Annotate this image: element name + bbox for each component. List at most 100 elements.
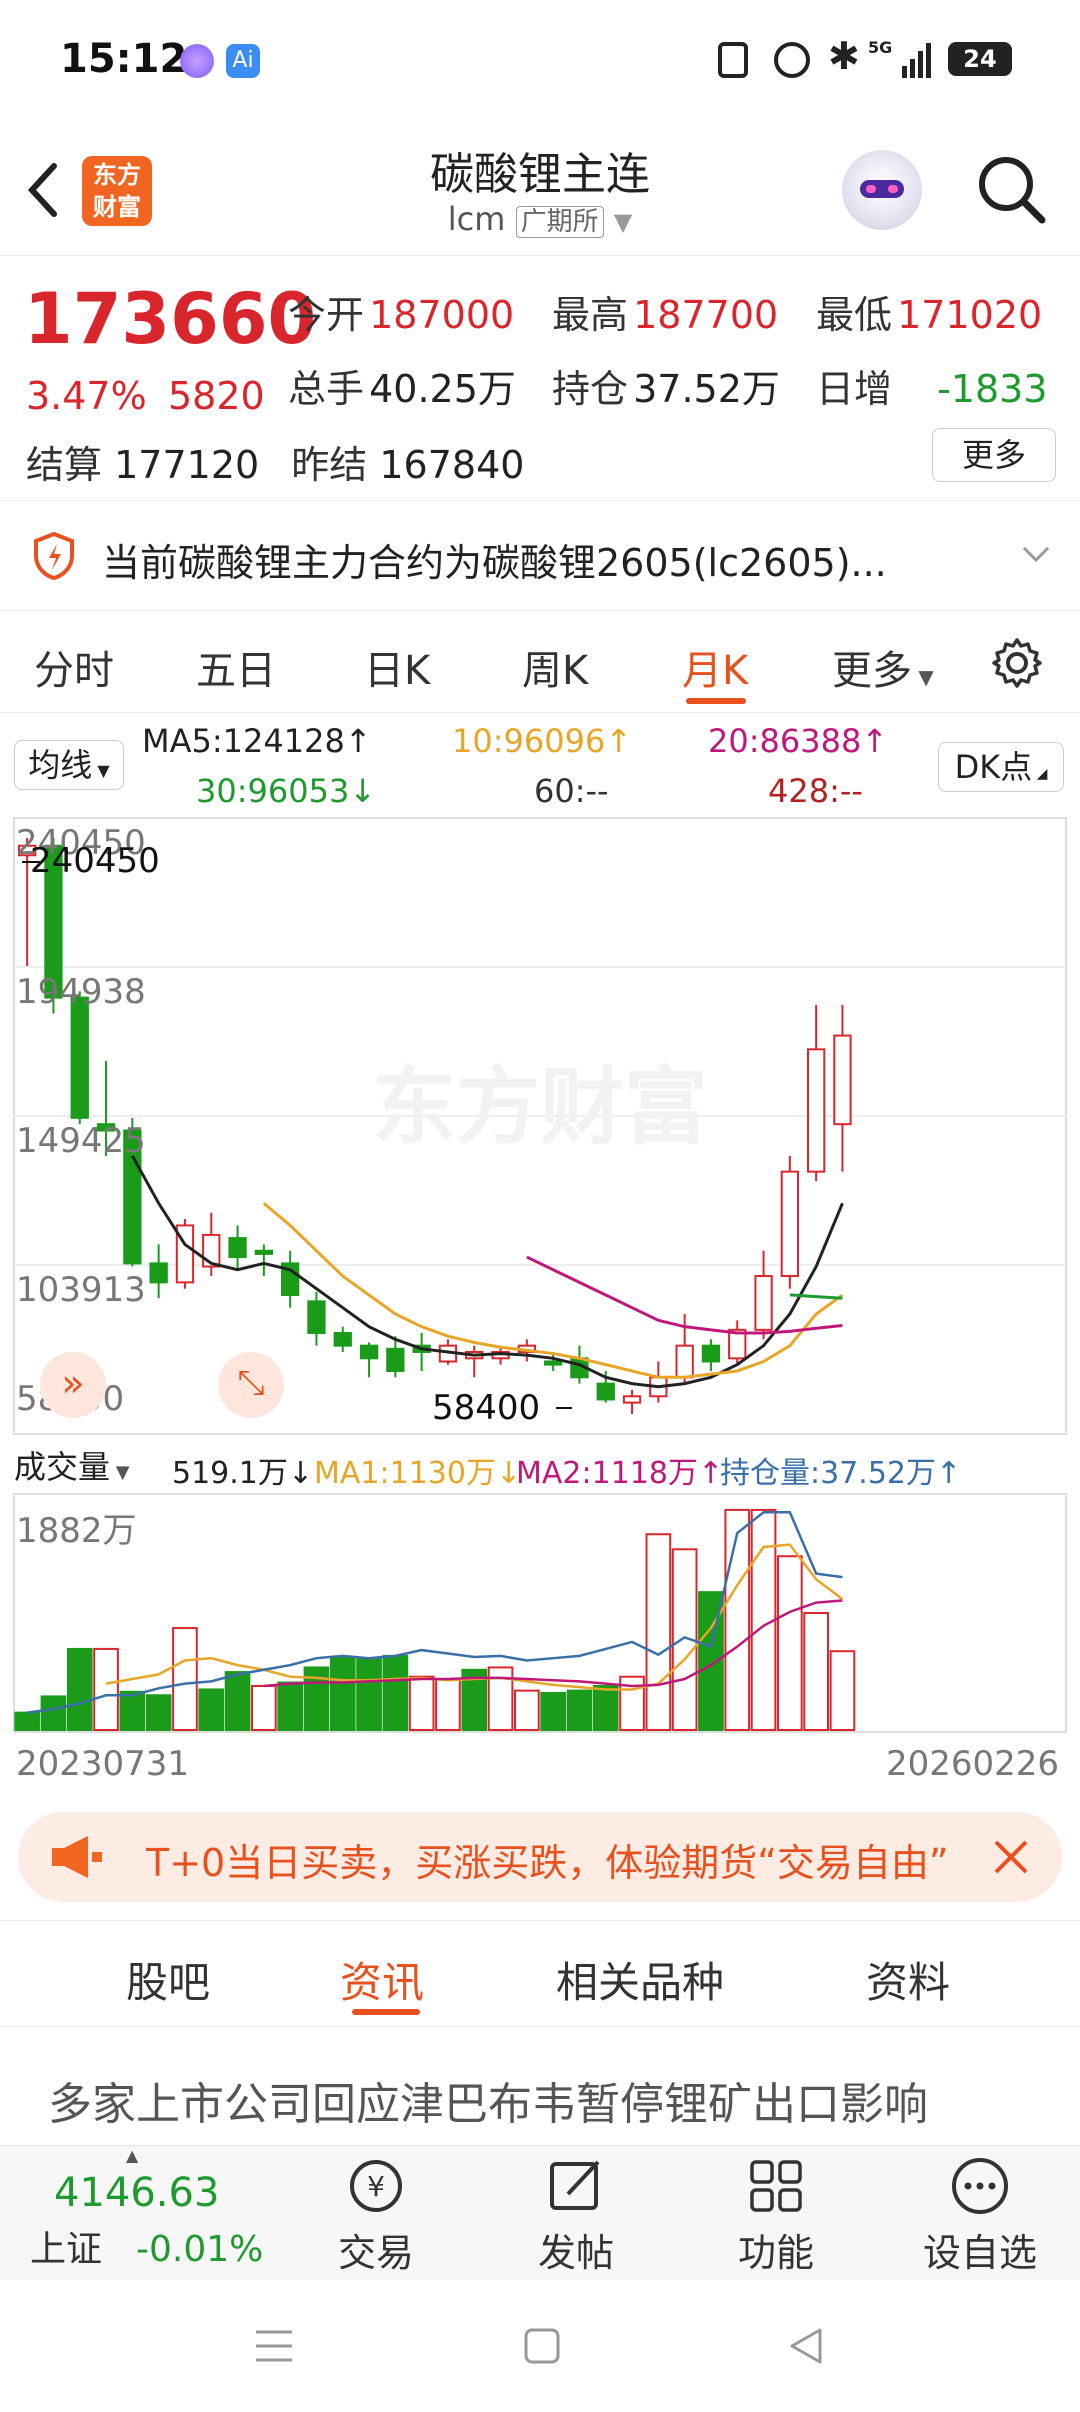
more-button[interactable]: 更多 xyxy=(932,428,1056,482)
high-label: 最高 xyxy=(552,293,629,337)
tab-weekly-k[interactable]: 周K xyxy=(522,638,588,696)
volume-bar xyxy=(145,1694,172,1732)
close-icon[interactable] xyxy=(990,1836,1032,1878)
chevron-down-icon: ▼ xyxy=(613,208,633,236)
candle-body xyxy=(307,1300,326,1335)
trade-button[interactable]: ¥ 交易 xyxy=(306,2154,446,2277)
volume-bar xyxy=(540,1691,566,1731)
indicator-selector[interactable]: 均线 ▼ xyxy=(14,740,124,790)
ai-icon: Ai xyxy=(226,44,260,78)
volume-bar xyxy=(251,1684,277,1732)
tab-related[interactable]: 相关品种 xyxy=(556,1949,724,2010)
tab-daily-k[interactable]: 日K xyxy=(364,638,430,696)
back-icon[interactable] xyxy=(784,2324,828,2368)
search-icon[interactable] xyxy=(976,154,1048,226)
volume-bar xyxy=(277,1681,303,1731)
contract-notice[interactable]: 当前碳酸锂主力合约为碳酸锂2605(lc2605)... xyxy=(0,500,1080,611)
watermark-text: 东方财富 xyxy=(372,1058,708,1156)
app-notification-icon xyxy=(180,44,214,78)
fullscreen-button[interactable]: ⤡ xyxy=(218,1352,284,1418)
bottom-toolbar: ▲ 4146.63 上证 -0.01% ¥ 交易 发帖 功能 设自选 xyxy=(0,2145,1080,2281)
battery-level: 24 xyxy=(963,45,997,73)
notice-text: 当前碳酸锂主力合约为碳酸锂2605(lc2605)... xyxy=(102,541,887,585)
volume-ma1: MA1:1130万↓ xyxy=(314,1456,522,1491)
prev-settle-label: 昨结 xyxy=(291,443,368,487)
volume-chart[interactable]: 1882万 xyxy=(0,1492,1080,1742)
tab-news[interactable]: 资讯 xyxy=(340,1949,424,2010)
volume-bar xyxy=(514,1689,540,1731)
volume-bar xyxy=(66,1647,93,1731)
add-watchlist-button[interactable]: 设自选 xyxy=(910,2154,1050,2277)
volume-max-label: 1882万 xyxy=(16,1511,137,1551)
tab-forum[interactable]: 股吧 xyxy=(126,1949,210,2010)
high-value: 187700 xyxy=(633,293,779,337)
contract-code: lcm xyxy=(447,200,506,238)
tab-monthly-k[interactable]: 月K xyxy=(682,638,748,696)
volume-label: 总手 xyxy=(288,367,365,411)
volume-bar xyxy=(408,1675,435,1732)
low-field: 最低 171020 xyxy=(816,284,1042,339)
volume-bar xyxy=(172,1627,198,1731)
volume-frame xyxy=(13,1493,1067,1733)
y-tick-label: 194938 xyxy=(16,972,146,1012)
tab-info[interactable]: 资料 xyxy=(866,1949,950,2010)
volume-field: 总手 40.25万 xyxy=(288,358,516,413)
settle-row: 结算 177120 昨结 167840 xyxy=(26,434,524,489)
candlestick-chart[interactable]: 东方财富 24045019493814942510391358400 24045… xyxy=(0,816,1080,1456)
promo-banner[interactable]: T+0当日买卖，买涨买跌，体验期货“交易自由” xyxy=(18,1812,1062,1902)
candle-body xyxy=(386,1347,405,1372)
period-tabs: 分时 五日 日K 周K 月K 更多 ▼ xyxy=(0,612,1080,713)
robot-assistant-icon[interactable] xyxy=(842,150,922,230)
tab-more[interactable]: 更多 ▼ xyxy=(832,638,934,696)
menu-icon[interactable] xyxy=(252,2326,296,2366)
volume-oi: 持仓量:37.52万↑ xyxy=(720,1456,962,1491)
volume-bar xyxy=(435,1678,461,1731)
home-icon[interactable] xyxy=(520,2324,564,2368)
yen-circle-icon: ¥ xyxy=(350,2160,402,2212)
news-headline[interactable]: 多家上市公司回应津巴布韦暂停锂矿出口影响 xyxy=(48,2068,928,2132)
caret-down-icon: ▼ xyxy=(912,665,934,689)
exchange-badge: 广期所 xyxy=(515,206,604,238)
index-ticker[interactable]: ▲ 4146.63 上证 -0.01% xyxy=(30,2146,290,2272)
index-change: -0.01% xyxy=(136,2229,264,2270)
expand-left-button[interactable]: » xyxy=(40,1352,106,1418)
settings-gear-icon[interactable] xyxy=(990,636,1044,690)
status-bar: 15:12 Ai ✱ 5G 24 xyxy=(0,0,1080,120)
function-button[interactable]: 功能 xyxy=(706,2154,846,2277)
candle-body xyxy=(228,1237,247,1259)
volume-bar xyxy=(119,1690,146,1731)
signal-5g-icon: 5G xyxy=(868,38,892,57)
candle-body xyxy=(543,1360,563,1366)
watchlist-label: 设自选 xyxy=(922,2231,1037,2275)
signal-bars-icon xyxy=(900,42,934,78)
candle-body xyxy=(359,1344,379,1360)
function-label: 功能 xyxy=(737,2231,814,2275)
dk-point-button[interactable]: DK点 ◢ xyxy=(938,742,1064,792)
volume-bars-group xyxy=(14,1508,856,1732)
prev-settle-value: 167840 xyxy=(379,443,525,487)
low-marker-label: 58400 xyxy=(432,1388,540,1428)
daily-value: -1833 xyxy=(937,367,1048,411)
volume-current: 519.1万↓ xyxy=(172,1456,314,1491)
grid-icon xyxy=(750,2160,802,2212)
nfc-icon xyxy=(718,42,748,78)
volume-value: 40.25万 xyxy=(369,367,516,411)
volume-bar xyxy=(592,1684,619,1732)
post-label: 发帖 xyxy=(537,2231,614,2275)
volume-indicator-selector[interactable]: 成交量 ▼ xyxy=(14,1444,162,1490)
volume-bar xyxy=(724,1508,751,1732)
megaphone-icon xyxy=(52,1836,102,1878)
volume-bar xyxy=(198,1688,225,1731)
ma30-value: 30:96053↓ xyxy=(196,772,377,810)
low-label: 最低 xyxy=(816,293,893,337)
candle-body xyxy=(596,1382,615,1401)
tab-five-day[interactable]: 五日 xyxy=(196,638,276,696)
x-axis-end: 20260226 xyxy=(886,1744,1060,1784)
high-field: 最高 187700 xyxy=(552,284,778,339)
ma60-value: 60:-- xyxy=(534,772,609,810)
tab-intraday[interactable]: 分时 xyxy=(34,638,114,696)
post-button[interactable]: 发帖 xyxy=(506,2154,646,2277)
candle-body xyxy=(70,996,89,1119)
expand-chevron-icon[interactable] xyxy=(1020,544,1052,566)
volume-ma2: MA2:1118万↑ xyxy=(516,1456,724,1491)
